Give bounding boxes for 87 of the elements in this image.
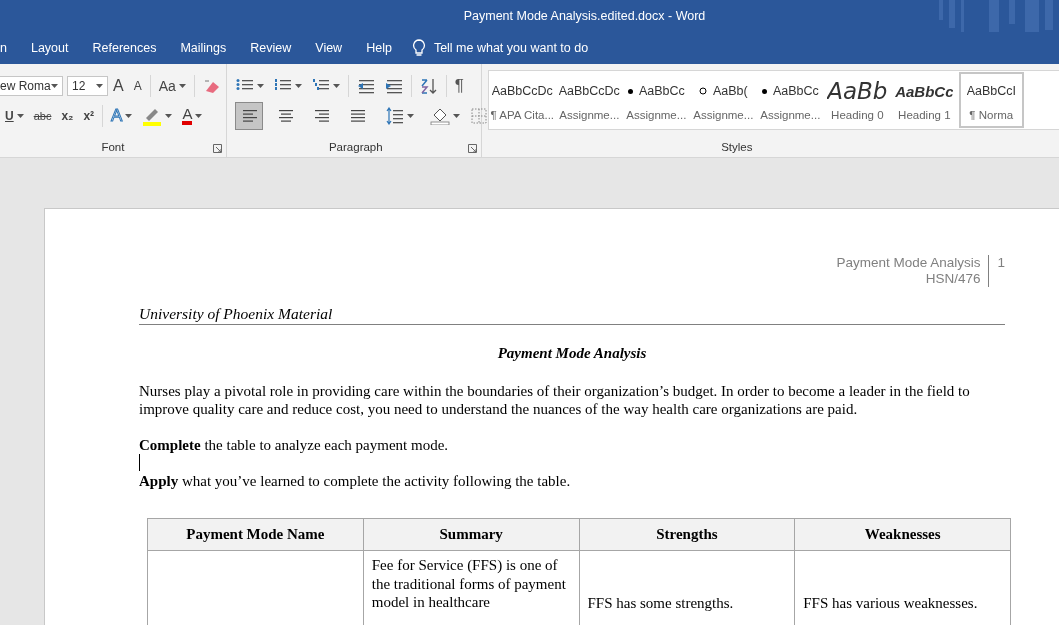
caret-icon[interactable]	[178, 84, 186, 88]
column-header: Strengths	[579, 518, 795, 551]
sort-icon[interactable]	[419, 77, 438, 95]
style-preview: AaBbCc	[895, 82, 954, 100]
eraser-icon[interactable]	[202, 77, 221, 95]
column-header: Summary	[363, 518, 579, 551]
show-marks-button[interactable]: ¶	[454, 76, 464, 96]
highlighter-icon[interactable]	[142, 106, 163, 126]
circle-bullet-icon	[698, 87, 707, 95]
style-preview: AaBb(	[712, 84, 748, 98]
tell-me-field[interactable]: Tell me what you want to do	[433, 41, 589, 55]
style-name: Assignme...	[559, 109, 620, 121]
ribbon-tab[interactable]: Help	[354, 41, 404, 55]
caret-icon[interactable]	[165, 114, 173, 118]
ribbon-tab[interactable]: Layout	[18, 41, 81, 55]
column-header: Weaknesses	[794, 518, 1011, 551]
group-label: Paragraph	[327, 140, 384, 155]
style-item[interactable]: AaBbCc Heading 1	[890, 71, 958, 129]
ribbon-tab[interactable]: View	[303, 41, 355, 55]
table-cell: FFS has some strengths.	[587, 595, 734, 611]
style-name: ¶ Norma	[969, 109, 1014, 121]
caret-icon[interactable]	[51, 84, 58, 88]
caret-icon[interactable]	[406, 114, 414, 118]
style-name: Assignme...	[760, 109, 821, 121]
ribbon-tab[interactable]: n	[0, 41, 19, 55]
table-cell: Fee for Service (FFS) is one of the traditional forms of payment model in healthcare	[371, 557, 566, 610]
decrease-indent-icon[interactable]	[356, 77, 375, 95]
header-text: University of Phoenix Material	[139, 305, 1005, 325]
subscript-button[interactable]: x₂	[61, 109, 74, 123]
bullet-icon	[627, 88, 633, 94]
style-name: Assignme...	[626, 109, 687, 121]
header-title: Payment Mode Analysis	[836, 255, 981, 271]
style-preview: AaBbCc	[638, 84, 685, 98]
shrink-font-button[interactable]: A	[133, 79, 142, 93]
font-size-field[interactable]: 12	[67, 76, 108, 96]
paragraph: Apply what you’ve learned to complete the activity following the table.	[139, 472, 572, 490]
style-item[interactable]: AaBbCc Assignme...	[756, 71, 824, 129]
style-name: Heading 0	[831, 109, 884, 121]
bullet-icon	[761, 88, 767, 94]
style-item[interactable]: AaBb( Assignme...	[689, 71, 757, 129]
style-preview: AaBbCcDc	[491, 84, 553, 98]
line-spacing-icon[interactable]	[385, 107, 404, 125]
font-name-field[interactable]: ew Roma	[0, 76, 63, 96]
paint-bucket-icon[interactable]	[429, 107, 450, 125]
caret-icon[interactable]	[16, 114, 24, 118]
text-cursor	[139, 454, 140, 471]
group-label: Styles	[720, 140, 754, 155]
dialog-launcher-icon[interactable]	[212, 144, 222, 153]
document-title: Payment Mode Analysis	[496, 345, 648, 362]
table-cell: FFS has various weaknesses.	[803, 595, 978, 611]
style-name: ¶ APA Cita...	[490, 109, 555, 121]
caret-icon[interactable]	[125, 114, 133, 118]
style-item[interactable]: AaBbCcDc ¶ APA Cita...	[488, 71, 556, 129]
paragraph: Nurses play a pivotal role in providing care within the boundaries of their organization’s budget. In order to become a leader in the field to improve quality care and reduce cost, you need to understand the nuances of the way health care organizations are paid.	[139, 382, 971, 418]
caret-icon[interactable]	[195, 114, 203, 118]
course-code: HSN/476	[924, 271, 981, 287]
font-color-button[interactable]: A	[182, 107, 193, 125]
strikethrough-button[interactable]: abc	[33, 110, 52, 122]
caret-icon[interactable]	[332, 84, 340, 88]
caret-icon[interactable]	[294, 84, 302, 88]
style-preview: AaBbCcI	[966, 84, 1016, 98]
ribbon-tab[interactable]: Mailings	[168, 41, 239, 55]
group-label: Font	[100, 140, 126, 155]
style-name: Heading 1	[898, 109, 951, 121]
grow-font-button[interactable]: A	[113, 77, 124, 95]
style-item[interactable]: AaBbCcDc Assignme...	[555, 71, 623, 129]
style-item[interactable]: AaBbCcI ¶ Norma	[957, 71, 1025, 129]
style-preview: AaBbCcDc	[558, 84, 620, 98]
style-preview: AaBbCc	[772, 84, 819, 98]
ribbon-tab[interactable]: Review	[238, 41, 304, 55]
dialog-launcher-icon[interactable]	[467, 144, 477, 153]
style-name: Assignme...	[693, 109, 754, 121]
lightbulb-icon	[411, 39, 426, 57]
superscript-button[interactable]: x²	[83, 109, 95, 123]
page-number: 1	[996, 255, 1005, 272]
column-header: Payment Mode Name	[147, 518, 364, 551]
caret-icon[interactable]	[452, 114, 460, 118]
window-title: Payment Mode Analysis.edited.docx - Word	[463, 9, 706, 23]
change-case-button[interactable]: Aa	[158, 78, 176, 94]
increase-indent-icon[interactable]	[384, 77, 403, 95]
ribbon-tab[interactable]: References	[80, 41, 169, 55]
paragraph: Complete the table to analyze each payment mode.	[139, 436, 450, 454]
align-left-button[interactable]	[235, 103, 262, 129]
caret-icon[interactable]	[256, 84, 264, 88]
caret-icon[interactable]	[96, 84, 103, 88]
style-item[interactable]: AaBbCc Assignme...	[622, 71, 690, 129]
underline-button[interactable]: U	[5, 109, 14, 123]
